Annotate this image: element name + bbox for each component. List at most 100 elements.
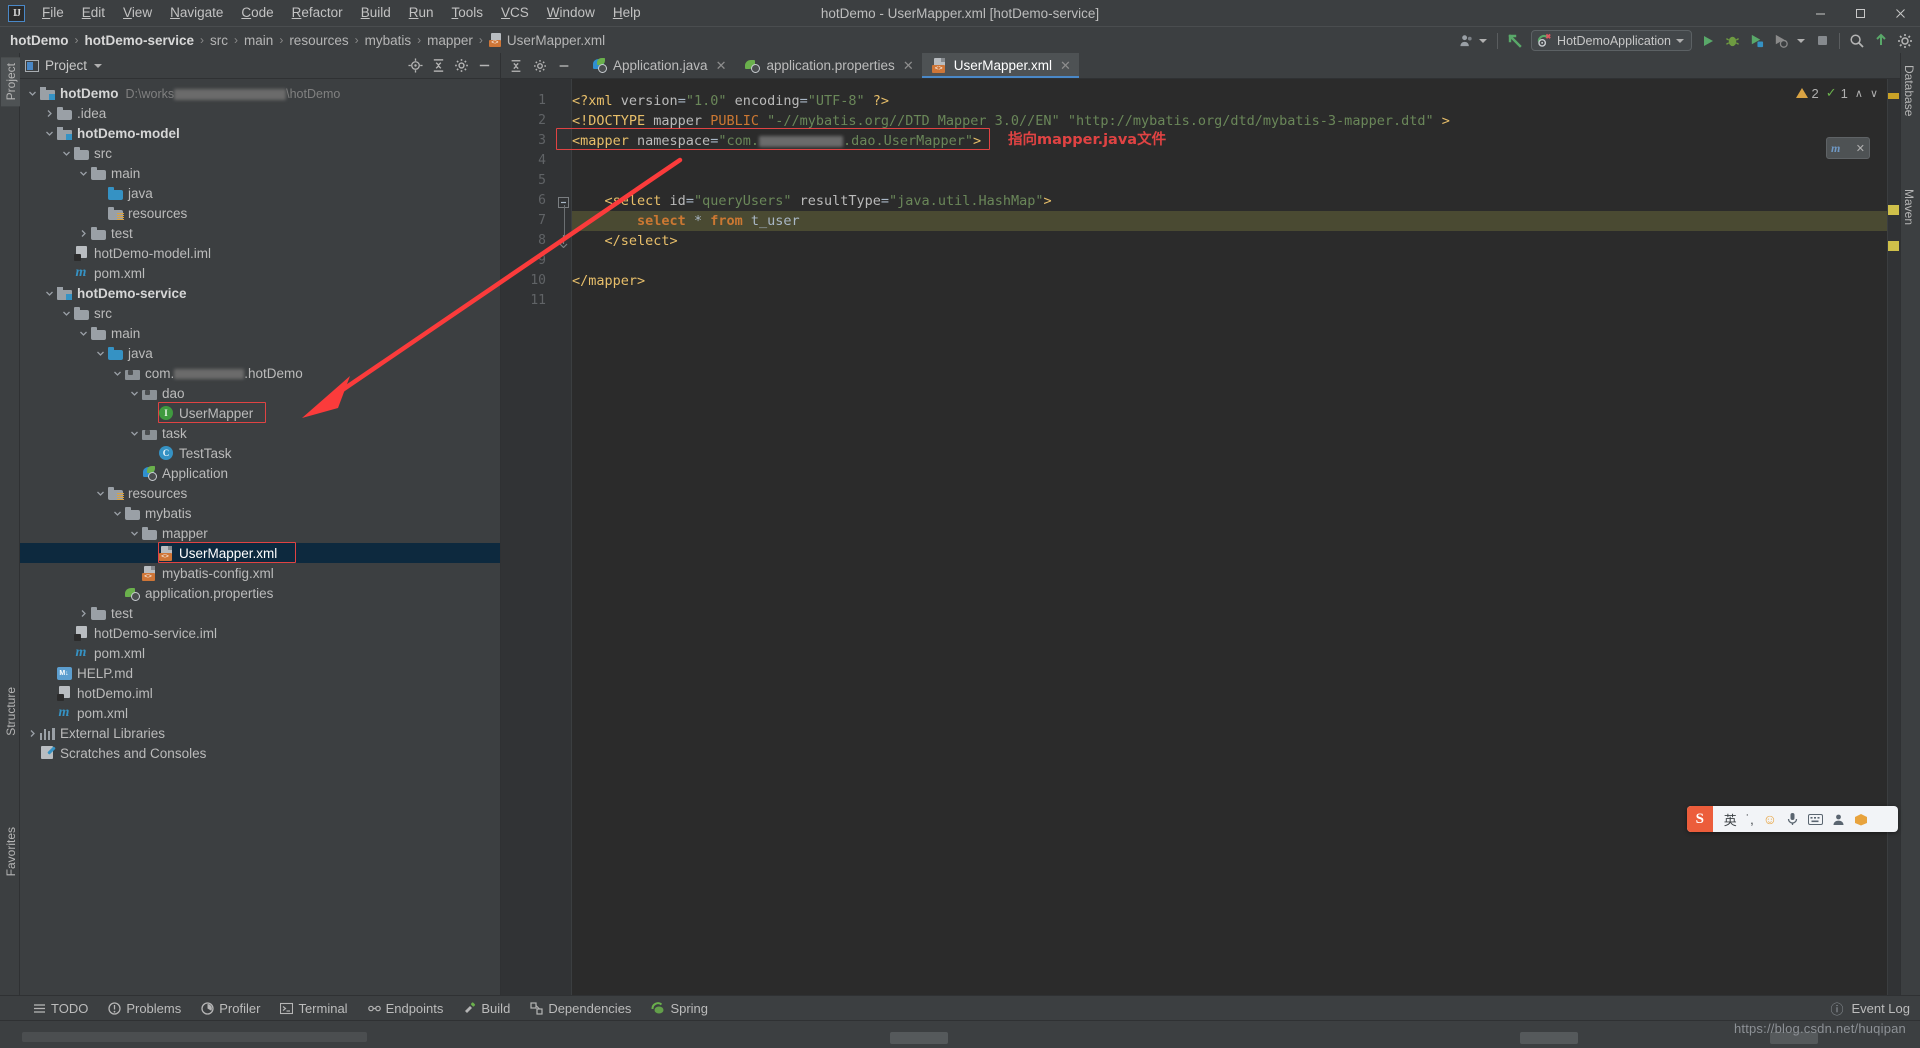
check-count-group[interactable]: ✓ 1	[1826, 85, 1848, 101]
code-content[interactable]: <?xml version="1.0" encoding="UTF-8" ?> <…	[572, 79, 1900, 995]
tree-row--idea[interactable]: .idea	[20, 103, 500, 123]
collapse-all-icon[interactable]	[505, 55, 527, 77]
user-icon[interactable]	[1832, 813, 1845, 826]
sogou-logo-icon[interactable]: S	[1686, 806, 1713, 832]
chevron-down-icon[interactable]	[77, 323, 90, 343]
maximize-button[interactable]	[1840, 0, 1880, 26]
tree-row-test[interactable]: test	[20, 223, 500, 243]
project-tree[interactable]: hotDemo D:\works \hotDemo .idea hotDemo-mode…	[20, 79, 500, 994]
prev-issue-icon[interactable]: ∧	[1855, 87, 1863, 100]
emoji-icon[interactable]: ☺	[1763, 811, 1777, 827]
gear-icon[interactable]	[529, 55, 551, 77]
tree-row-resources[interactable]: resources	[20, 483, 500, 503]
bottom-tab-build[interactable]: Build	[454, 998, 519, 1019]
tree-row-src[interactable]: src	[20, 303, 500, 323]
menu-item-code[interactable]: Code	[232, 2, 282, 24]
tree-row-help-md[interactable]: M↓ HELP.md	[20, 663, 500, 683]
chevron-down-icon[interactable]	[43, 283, 56, 303]
project-panel-title-group[interactable]: Project	[45, 58, 103, 73]
tree-row-mybatis-config-xml[interactable]: <> mybatis-config.xml	[20, 563, 500, 583]
editor-tab-application-properties[interactable]: application.properties ✕	[734, 53, 921, 78]
menu-item-run[interactable]: Run	[400, 2, 443, 24]
tree-row-main[interactable]: main	[20, 323, 500, 343]
hide-panel-icon[interactable]	[473, 55, 495, 77]
tree-row-hotdemo-model[interactable]: hotDemo-model	[20, 123, 500, 143]
breadcrumb-item-mybatis[interactable]: mybatis	[361, 31, 416, 50]
tree-row-pom-xml[interactable]: m pom.xml	[20, 263, 500, 283]
menu-item-build[interactable]: Build	[352, 2, 400, 24]
locate-icon[interactable]	[404, 55, 426, 77]
bottom-tab-dependencies[interactable]: Dependencies	[521, 998, 640, 1019]
chevron-right-icon[interactable]	[43, 103, 56, 123]
code-line[interactable]: <?xml version="1.0" encoding="UTF-8" ?>	[572, 91, 889, 111]
breadcrumb-item-main[interactable]: main	[240, 31, 277, 50]
bottom-tab-endpoints[interactable]: Endpoints	[359, 998, 453, 1019]
code-line[interactable]: <select id="queryUsers" resultType="java…	[572, 191, 1052, 211]
close-tab-icon[interactable]: ✕	[716, 58, 727, 74]
tree-row-java[interactable]: java	[20, 343, 500, 363]
ime-toolbar[interactable]: S 英 ˙, ☺	[1686, 806, 1898, 832]
error-stripe-marker[interactable]	[1887, 79, 1900, 995]
chevron-down-icon[interactable]	[77, 163, 90, 183]
vcs-update-icon[interactable]	[1870, 30, 1892, 52]
stop-button[interactable]	[1811, 30, 1833, 52]
stripe-tab-database[interactable]: Database	[1899, 59, 1919, 122]
keyboard-icon[interactable]	[1808, 813, 1823, 825]
mybatis-floating-toolbar[interactable]: m ✕	[1826, 137, 1870, 159]
collapse-all-icon[interactable]	[427, 55, 449, 77]
tree-row-external-libraries[interactable]: External Libraries	[20, 723, 500, 743]
chevron-down-icon[interactable]	[128, 383, 141, 403]
close-button[interactable]	[1880, 0, 1920, 26]
stripe-tab-maven[interactable]: Maven	[1899, 183, 1919, 231]
tree-row-main[interactable]: main	[20, 163, 500, 183]
tree-row-application[interactable]: Application	[20, 463, 500, 483]
menu-item-vcs[interactable]: VCS	[492, 2, 538, 24]
code-line[interactable]: </mapper>	[572, 271, 645, 291]
stripe-tab-favorites[interactable]: Favorites	[1, 821, 21, 882]
bottom-tab-problems[interactable]: Problems	[99, 998, 190, 1019]
menu-item-edit[interactable]: Edit	[73, 2, 114, 24]
breadcrumb-item-usermapper-xml[interactable]: <> UserMapper.xml	[485, 31, 609, 50]
user-settings-caret-icon[interactable]	[1479, 38, 1488, 43]
chevron-right-icon[interactable]	[77, 223, 90, 243]
tree-row-test[interactable]: test	[20, 603, 500, 623]
run-button[interactable]	[1697, 30, 1719, 52]
tree-row-hotdemo-iml[interactable]: hotDemo.iml	[20, 683, 500, 703]
marker-highlight-1[interactable]	[1888, 205, 1899, 215]
tree-row-dao[interactable]: dao	[20, 383, 500, 403]
breadcrumb-item-src[interactable]: src	[206, 31, 232, 50]
chevron-down-icon[interactable]	[111, 503, 124, 523]
close-floating-icon[interactable]: ✕	[1856, 142, 1865, 155]
tree-row-task[interactable]: task	[20, 423, 500, 443]
tree-row-mapper[interactable]: mapper	[20, 523, 500, 543]
chevron-down-icon[interactable]	[128, 523, 141, 543]
chevron-down-icon[interactable]	[128, 423, 141, 443]
menu-item-file[interactable]: File	[33, 2, 73, 24]
marker-warning[interactable]	[1888, 93, 1899, 99]
grid-icon[interactable]	[1877, 813, 1890, 826]
tree-row-usermapper[interactable]: I UserMapper	[20, 402, 500, 423]
tree-row-hotdemo-service-iml[interactable]: hotDemo-service.iml	[20, 623, 500, 643]
search-everywhere-icon[interactable]	[1846, 30, 1868, 52]
chevron-down-icon[interactable]	[43, 123, 56, 143]
menu-item-navigate[interactable]: Navigate	[161, 2, 232, 24]
chevron-down-icon[interactable]	[94, 343, 107, 363]
chevron-down-icon[interactable]	[111, 363, 124, 383]
breadcrumb-item-resources[interactable]: resources	[285, 31, 352, 50]
tree-row-testtask[interactable]: C TestTask	[20, 443, 500, 463]
tree-row-src[interactable]: src	[20, 143, 500, 163]
warning-count-group[interactable]: 2	[1795, 86, 1819, 101]
chevron-down-icon[interactable]	[60, 303, 73, 323]
code-line[interactable]: select * from t_user	[572, 211, 800, 231]
menu-item-help[interactable]: Help	[604, 2, 650, 24]
tree-row-scratches-and-consoles[interactable]: Scratches and Consoles	[20, 743, 500, 763]
chevron-right-icon[interactable]	[77, 603, 90, 623]
next-issue-icon[interactable]: ∨	[1870, 87, 1878, 100]
tree-row-hotdemo-model-iml[interactable]: hotDemo-model.iml	[20, 243, 500, 263]
menu-item-tools[interactable]: Tools	[443, 2, 493, 24]
ime-punctuation-toggle[interactable]: ˙,	[1746, 812, 1754, 827]
inspection-widget[interactable]: 2 ✓ 1 ∧ ∨	[1795, 85, 1878, 101]
editor-tab-application-java[interactable]: Application.java ✕	[581, 53, 734, 78]
menu-item-window[interactable]: Window	[538, 2, 604, 24]
tree-row-usermapper-xml[interactable]: <> UserMapper.xml	[20, 542, 500, 563]
